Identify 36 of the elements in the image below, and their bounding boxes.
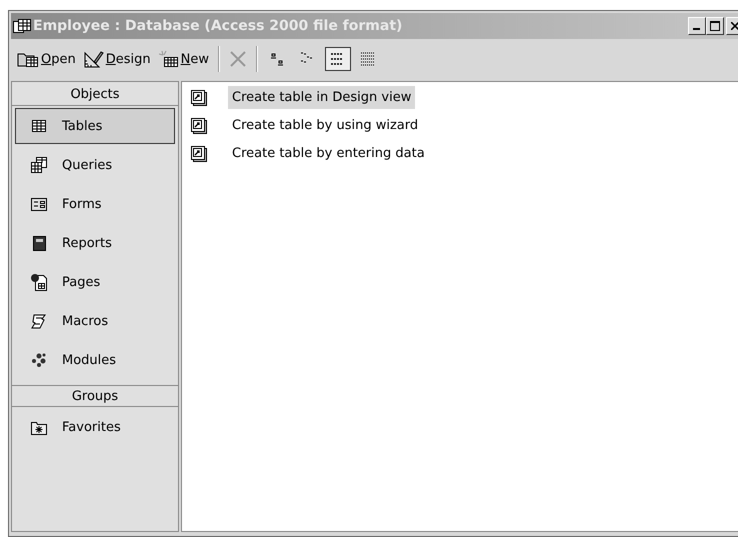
- details-view-icon: [359, 51, 377, 67]
- shortcut-icon: [190, 88, 208, 106]
- objects-bar-item[interactable]: Pages: [15, 264, 175, 300]
- ruler-pencil-icon: [84, 50, 104, 68]
- new-table-icon: [158, 50, 179, 68]
- objects-bar-item[interactable]: Tables: [15, 108, 175, 144]
- close-icon: [730, 22, 738, 30]
- maximize-button[interactable]: [706, 17, 724, 35]
- page-icon: [30, 273, 48, 291]
- objects-bar-item[interactable]: Reports: [15, 225, 175, 261]
- macro-icon: [30, 312, 48, 330]
- minimize-button[interactable]: [688, 17, 706, 35]
- objects-bar-item[interactable]: Queries: [15, 147, 175, 183]
- objects-bar-item[interactable]: Macros: [15, 303, 175, 339]
- report-icon: [30, 234, 48, 252]
- table-icon: [30, 117, 48, 135]
- delete-icon: [229, 50, 247, 68]
- view-button[interactable]: [325, 47, 351, 71]
- form-icon: [30, 195, 48, 213]
- objects-bar-item[interactable]: Favorites: [15, 409, 175, 445]
- new-button[interactable]: New: [156, 48, 211, 70]
- module-icon: [30, 351, 48, 369]
- maximize-icon: [710, 21, 720, 31]
- shortcut-icon: [190, 116, 208, 134]
- shortcut-icon: [190, 144, 208, 162]
- window-title: Employee : Database (Access 2000 file format): [33, 18, 402, 34]
- design-button[interactable]: Design: [82, 48, 153, 70]
- list-item[interactable]: Create table in Design view: [228, 86, 416, 109]
- open-button[interactable]: Open: [15, 48, 78, 70]
- query-icon: [30, 156, 48, 174]
- list-item[interactable]: Create table by using wizard: [228, 114, 422, 137]
- group-header[interactable]: Groups: [12, 385, 178, 407]
- objects-bar-item[interactable]: Forms: [15, 186, 175, 222]
- list-item[interactable]: Create table by entering data: [228, 142, 429, 165]
- objects-bar-item[interactable]: Modules: [15, 342, 175, 378]
- database-icon: [13, 18, 31, 34]
